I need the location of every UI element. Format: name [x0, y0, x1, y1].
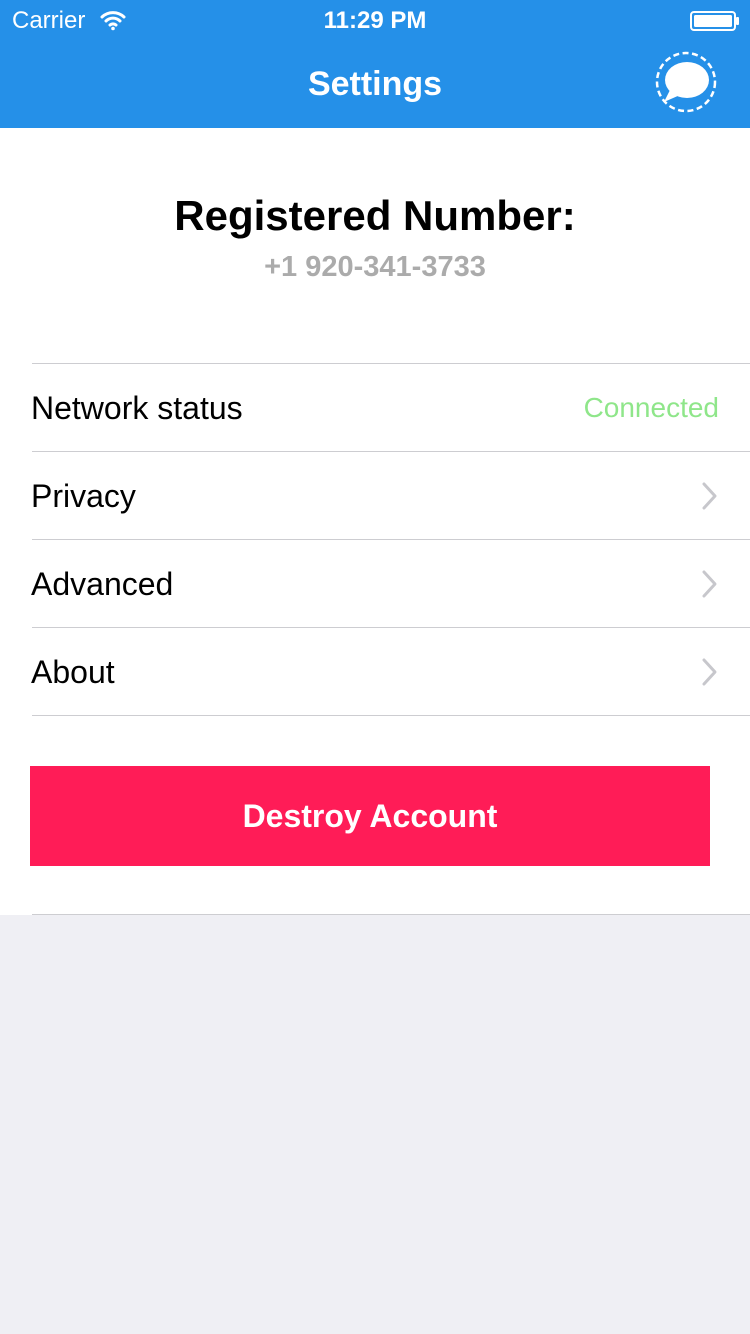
battery-icon	[690, 11, 739, 31]
divider	[32, 715, 750, 716]
top-bar: Carrier 11:29 PM Settings	[0, 0, 750, 128]
network-status-label: Network status	[31, 390, 243, 426]
destroy-account-button[interactable]: Destroy Account	[30, 766, 710, 866]
advanced-row[interactable]: Advanced	[0, 540, 750, 627]
registered-number-value: +1 920-341-3733	[264, 251, 486, 283]
privacy-label: Privacy	[31, 478, 136, 514]
chevron-right-icon	[702, 570, 717, 598]
divider	[32, 914, 750, 915]
page-title: Settings	[307, 65, 443, 103]
about-row[interactable]: About	[0, 628, 750, 715]
privacy-row[interactable]: Privacy	[0, 452, 750, 539]
status-time: 11:29 PM	[323, 7, 427, 34]
registered-number-label: Registered Number:	[174, 192, 576, 239]
compose-bubble-icon[interactable]	[652, 50, 720, 114]
chevron-right-icon	[702, 482, 717, 510]
network-status-row[interactable]: Network status Connected	[0, 364, 750, 451]
settings-menu: Network status Connected Privacy Advance…	[0, 363, 750, 716]
network-status-value: Connected	[583, 392, 719, 423]
advanced-label: Advanced	[31, 566, 174, 602]
chevron-right-icon	[702, 658, 717, 686]
settings-panel: Registered Number: +1 920-341-3733 Netwo…	[0, 128, 750, 915]
about-label: About	[31, 654, 115, 690]
